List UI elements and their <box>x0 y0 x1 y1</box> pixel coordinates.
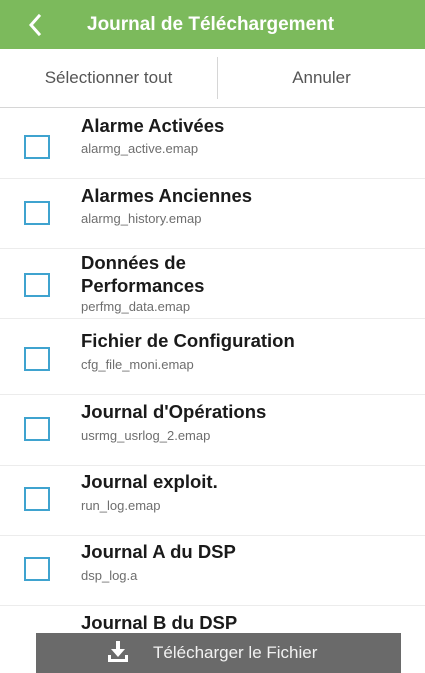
page-title: Journal de Téléchargement <box>87 14 335 35</box>
item-filename: run_log.emap <box>81 498 161 513</box>
list-item[interactable]: Journal B du DSP <box>0 605 425 633</box>
item-title: Journal A du DSP <box>81 541 236 562</box>
item-filename: alarmg_history.emap <box>81 211 202 226</box>
item-title: Journal d'Opérations <box>81 401 267 422</box>
item-title: Alarme Activées <box>81 115 225 136</box>
checkbox[interactable] <box>24 135 50 159</box>
item-title: Alarmes Anciennes <box>81 185 253 206</box>
list-item[interactable]: Alarmes Anciennes alarmg_history.emap <box>0 178 425 249</box>
chevron-left-icon <box>28 13 42 36</box>
list-item[interactable]: Journal d'Opérations usrmg_usrlog_2.emap <box>0 395 425 466</box>
checkbox[interactable] <box>24 557 50 581</box>
list-item[interactable]: Journal exploit. run_log.emap <box>0 465 425 536</box>
item-title: Données de Performances <box>81 252 205 296</box>
item-title: Fichier de Configuration <box>81 330 295 351</box>
download-log-screen: Journal de Téléchargement Sélectionner t… <box>0 0 425 673</box>
list-item[interactable]: Données de Performances perfmg_data.emap <box>0 248 425 319</box>
checkbox[interactable] <box>24 487 50 511</box>
download-icon <box>108 641 128 662</box>
item-filename: usrmg_usrlog_2.emap <box>81 428 211 443</box>
file-list: Alarme Activées alarmg_active.emap Alarm… <box>0 108 425 633</box>
cancel-button[interactable]: Annuler <box>218 49 425 107</box>
item-title: Journal exploit. <box>81 471 218 492</box>
select-all-button[interactable]: Sélectionner tout <box>0 49 217 107</box>
list-item[interactable]: Alarme Activées alarmg_active.emap <box>0 108 425 179</box>
checkbox[interactable] <box>24 417 50 441</box>
checkbox[interactable] <box>24 273 50 297</box>
item-filename: cfg_file_moni.emap <box>81 357 194 372</box>
download-label: Télécharger le Fichier <box>153 643 318 662</box>
checkbox[interactable] <box>24 347 50 371</box>
app-header: Journal de Téléchargement <box>0 0 425 49</box>
back-button[interactable] <box>0 0 70 49</box>
item-title: Journal B du DSP <box>81 612 238 633</box>
checkbox[interactable] <box>24 201 50 225</box>
item-filename: dsp_log.a <box>81 568 138 583</box>
action-bar: Sélectionner tout Annuler <box>0 49 425 108</box>
download-file-button[interactable]: Télécharger le Fichier <box>36 633 401 673</box>
item-filename: alarmg_active.emap <box>81 141 199 156</box>
list-item[interactable]: Fichier de Configuration cfg_file_moni.e… <box>0 318 425 395</box>
list-item[interactable]: Journal A du DSP dsp_log.a <box>0 535 425 606</box>
item-filename: perfmg_data.emap <box>81 299 191 314</box>
